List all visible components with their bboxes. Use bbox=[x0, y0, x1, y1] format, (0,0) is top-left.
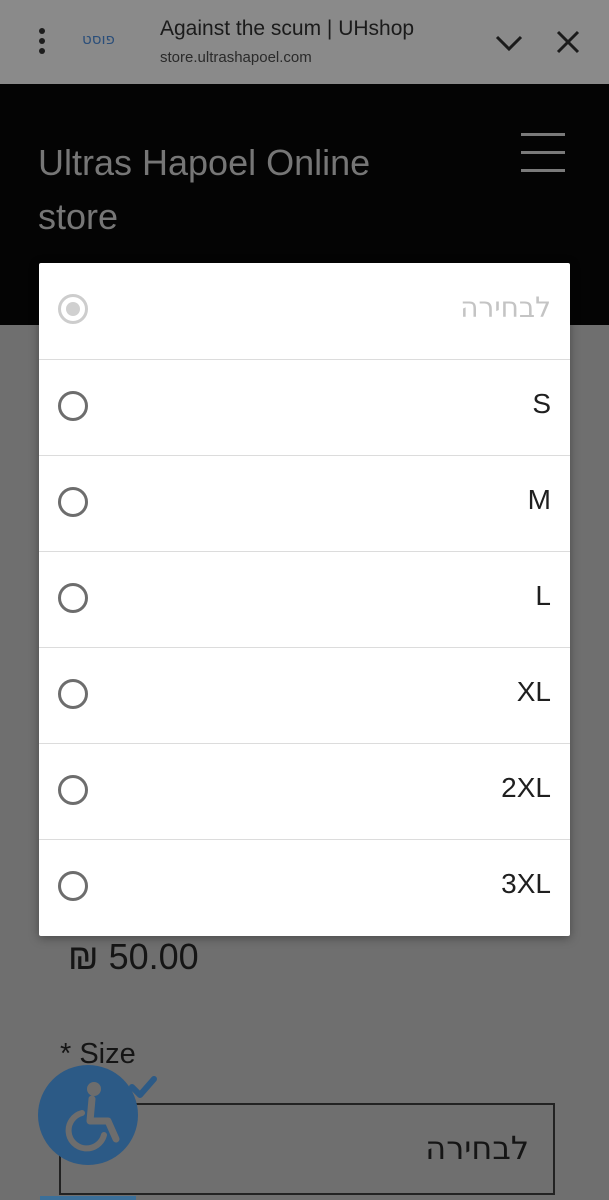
radio-icon[interactable] bbox=[58, 871, 88, 901]
browser-toolbar: פוסט Against the scum | UHshop store.ult… bbox=[0, 0, 609, 84]
page-url: store.ultrashapoel.com bbox=[160, 49, 312, 66]
size-option-label: S bbox=[532, 388, 551, 419]
size-select-value: לבחירה bbox=[425, 1129, 529, 1167]
size-option-label: לבחירה bbox=[460, 291, 551, 324]
origin-badge: פוסט bbox=[82, 30, 115, 48]
hamburger-menu-icon[interactable] bbox=[521, 133, 565, 173]
size-option-label: 3XL bbox=[501, 868, 551, 899]
page-strip bbox=[40, 1196, 136, 1200]
radio-icon[interactable] bbox=[58, 487, 88, 517]
checkmark-icon bbox=[124, 1068, 162, 1106]
size-options-dialog: לבחירה S M L XL 2XL 3XL bbox=[39, 263, 570, 936]
radio-icon[interactable] bbox=[58, 775, 88, 805]
close-icon[interactable] bbox=[552, 26, 584, 58]
site-title[interactable]: Ultras Hapoel Online store bbox=[38, 136, 458, 244]
size-option-l[interactable]: L bbox=[39, 551, 570, 647]
radio-icon[interactable] bbox=[58, 583, 88, 613]
size-option-placeholder: לבחירה bbox=[39, 263, 570, 359]
size-option-label: M bbox=[527, 484, 551, 515]
accessibility-button[interactable] bbox=[38, 1065, 138, 1165]
size-option-3xl[interactable]: 3XL bbox=[39, 839, 570, 935]
chevron-down-icon[interactable] bbox=[492, 26, 526, 60]
size-option-m[interactable]: M bbox=[39, 455, 570, 551]
radio-icon bbox=[58, 294, 88, 324]
size-option-s[interactable]: S bbox=[39, 359, 570, 455]
wheelchair-icon bbox=[65, 1082, 120, 1152]
product-price: ₪ 50.00 bbox=[68, 936, 199, 977]
page-title: Against the scum | UHshop bbox=[160, 17, 415, 40]
radio-icon[interactable] bbox=[58, 679, 88, 709]
size-option-label: L bbox=[535, 580, 551, 611]
size-option-2xl[interactable]: 2XL bbox=[39, 743, 570, 839]
size-option-xl[interactable]: XL bbox=[39, 647, 570, 743]
menu-kebab-icon[interactable] bbox=[38, 28, 46, 56]
radio-icon[interactable] bbox=[58, 391, 88, 421]
size-option-label: 2XL bbox=[501, 772, 551, 803]
size-option-label: XL bbox=[516, 676, 551, 707]
